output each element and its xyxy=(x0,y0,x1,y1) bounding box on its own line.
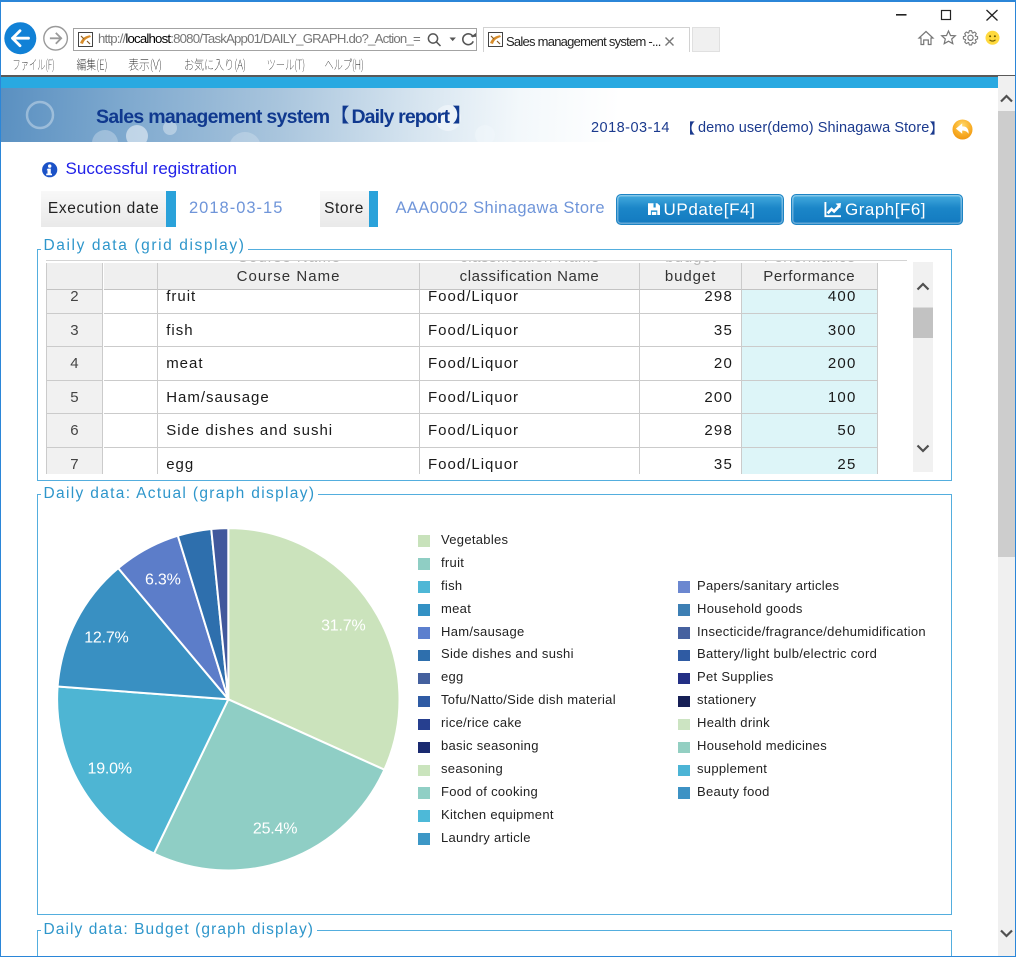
svg-text:31.7%: 31.7% xyxy=(321,618,365,635)
svg-text:25.4%: 25.4% xyxy=(253,821,297,838)
svg-text:19.0%: 19.0% xyxy=(88,760,132,777)
svg-text:12.7%: 12.7% xyxy=(84,629,128,646)
svg-text:6.3%: 6.3% xyxy=(145,572,181,589)
